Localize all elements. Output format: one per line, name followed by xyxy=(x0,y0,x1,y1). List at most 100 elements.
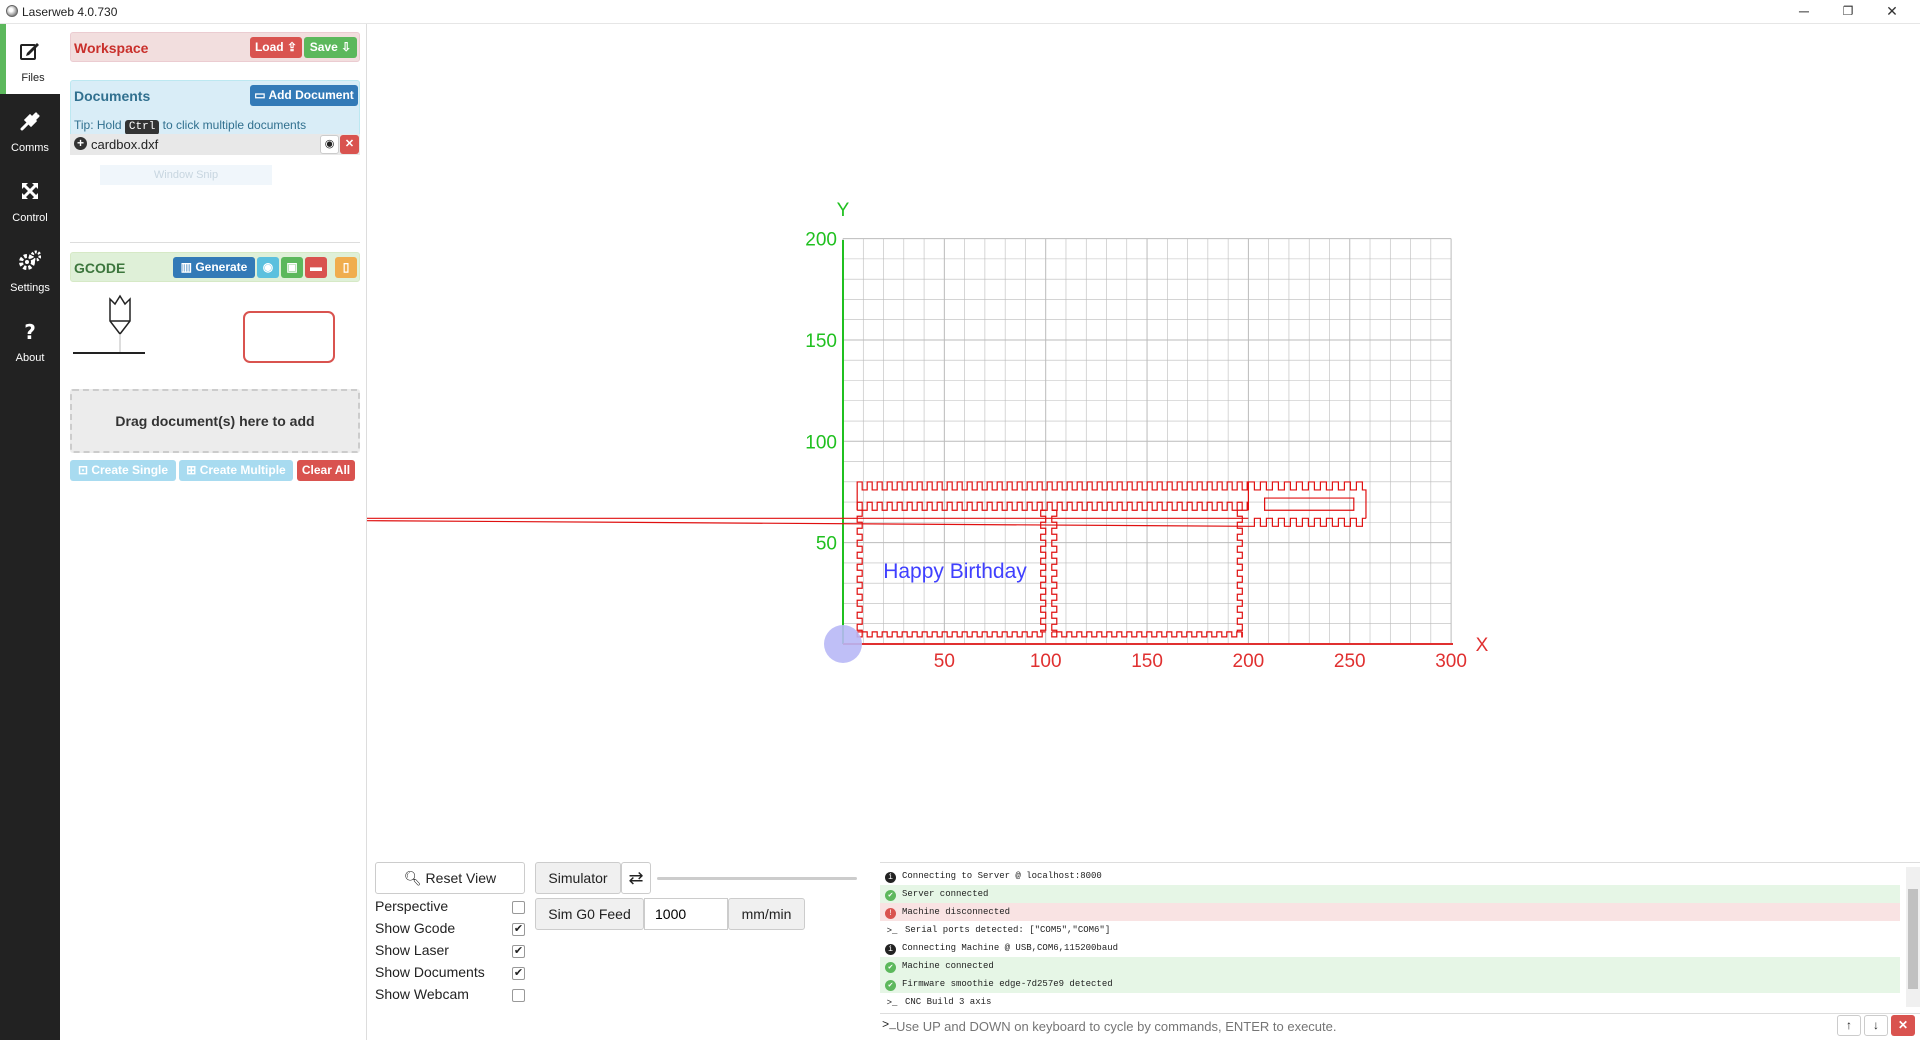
history-down-button[interactable]: ↓ xyxy=(1864,1015,1888,1036)
history-up-button[interactable]: ↑ xyxy=(1837,1015,1861,1036)
nav-control[interactable]: Control xyxy=(0,164,60,234)
nav-settings[interactable]: Settings xyxy=(0,234,60,304)
reset-view-label: Reset View xyxy=(425,870,497,886)
show-gcode-checkbox[interactable]: ✔ xyxy=(512,923,525,936)
swap-icon[interactable]: ⇄ xyxy=(621,862,651,894)
minimize-button[interactable]: ─ xyxy=(1782,0,1826,24)
create-single-icon: ⊡ xyxy=(77,463,88,477)
nav-about[interactable]: ? About xyxy=(0,304,60,374)
edit-icon xyxy=(20,43,39,60)
sim-feed-label: Sim G0 Feed xyxy=(535,898,644,930)
bar-chart-icon: ▥ xyxy=(180,260,192,274)
y-tick-label: 100 xyxy=(805,432,837,453)
console-line: >_ Serial ports detected: ["COM5","COM6"] xyxy=(880,921,1900,939)
folder-icon: ▬ xyxy=(310,260,322,274)
eye-icon[interactable]: ◉ xyxy=(320,135,339,154)
y-tick-label: 150 xyxy=(805,331,837,352)
grid xyxy=(842,238,1452,645)
console-line-text: Machine connected xyxy=(902,961,994,971)
y-tick-label: 50 xyxy=(816,534,837,555)
document-name: cardbox.dxf xyxy=(91,137,159,152)
remove-document-button[interactable]: ✕ xyxy=(340,135,359,154)
option-perspective[interactable]: Perspective xyxy=(375,898,525,918)
x-tick-label: 150 xyxy=(1131,651,1163,672)
svg-text:?: ? xyxy=(24,320,36,342)
generate-button[interactable]: ▥ Generate xyxy=(173,257,255,278)
console-line-text: CNC Build 3 axis xyxy=(905,997,992,1007)
console-line: ! Machine disconnected xyxy=(880,903,1900,921)
reset-view-button[interactable]: 🔍︎ Reset View xyxy=(375,862,525,894)
simulator-slider[interactable] xyxy=(657,877,857,880)
ok-icon: ✔ xyxy=(885,890,896,901)
option-show-documents[interactable]: Show Documents ✔ xyxy=(375,964,525,984)
save-gcode-button[interactable]: ▣ xyxy=(281,257,303,278)
tip-suffix: to click multiple documents xyxy=(162,118,307,132)
prompt-icon: >_ xyxy=(882,1018,897,1032)
window-snip-ghost: Window Snip xyxy=(100,165,272,185)
info-icon: i xyxy=(885,944,896,955)
document-text-happy-birthday[interactable]: Happy Birthday xyxy=(883,560,1027,583)
view-gcode-button[interactable]: ◉ xyxy=(257,257,279,278)
add-document-button[interactable]: ▭ Add Document xyxy=(250,85,358,106)
option-show-webcam[interactable]: Show Webcam xyxy=(375,986,525,1006)
create-multiple-icon: ⊞ xyxy=(186,463,197,477)
console-line-text: Machine disconnected xyxy=(902,907,1011,917)
load-label: Load xyxy=(254,40,284,54)
x-tick-labels: 50 100 150 200 250 300 xyxy=(934,651,1467,672)
clear-console-button[interactable]: ✕ xyxy=(1891,1015,1915,1036)
option-show-laser[interactable]: Show Laser ✔ xyxy=(375,942,525,962)
nav-files[interactable]: Files xyxy=(0,24,60,94)
perspective-checkbox[interactable] xyxy=(512,901,525,914)
download-icon: ⇩ xyxy=(341,40,352,54)
document-row[interactable]: + cardbox.dxf ◉ ✕ xyxy=(70,134,360,155)
console-line-text: Connecting to Server @ localhost:8000 xyxy=(902,871,1102,881)
gcode-drop-zone[interactable]: Drag document(s) here to add xyxy=(70,389,360,453)
nav-comms[interactable]: Comms xyxy=(0,94,60,164)
folder-open-icon: ▭ xyxy=(254,88,266,102)
option-show-gcode[interactable]: Show Gcode ✔ xyxy=(375,920,525,940)
save-workspace-button[interactable]: Save ⇩ xyxy=(304,37,357,58)
add-document-label: Add Document xyxy=(268,88,354,102)
load-workspace-button[interactable]: Load ⇪ xyxy=(250,37,302,58)
option-label: Show Laser xyxy=(375,942,449,958)
console-line: i Connecting to Server @ localhost:8000 xyxy=(880,867,1900,885)
generate-label: Generate xyxy=(195,260,248,274)
title-bar: Laserweb 4.0.730 ─ ❐ ✕ xyxy=(0,0,1920,24)
trash-icon: ▯ xyxy=(342,260,350,274)
cut-strip-top xyxy=(856,481,1249,511)
open-gcode-button[interactable]: ▬ xyxy=(305,257,327,278)
search-icon: 🔍︎ xyxy=(403,870,422,886)
console-line-text: Connecting Machine @ USB,COM6,115200baud xyxy=(902,943,1119,953)
show-documents-checkbox[interactable]: ✔ xyxy=(512,967,525,980)
console-scrollbar[interactable] xyxy=(1906,867,1920,1007)
cardbox-cut-paths[interactable] xyxy=(367,481,1367,638)
y-axis-label: Y xyxy=(837,200,850,221)
app-icon xyxy=(6,5,18,17)
window-title: Laserweb 4.0.730 xyxy=(22,5,118,19)
option-label: Show Webcam xyxy=(375,986,469,1002)
command-input[interactable] xyxy=(896,1016,1836,1036)
close-window-button[interactable]: ✕ xyxy=(1870,0,1914,24)
create-single-button[interactable]: ⊡ Create Single xyxy=(70,460,176,481)
prompt-icon: >_ xyxy=(886,998,898,1008)
simulator-label: Simulator xyxy=(535,862,621,894)
workspace-viewport[interactable]: 50 100 150 200 50 100 150 200 250 300 Y X Happy … xyxy=(367,24,1920,859)
gcode-title: GCODE xyxy=(74,260,126,276)
show-laser-checkbox[interactable]: ✔ xyxy=(512,945,525,958)
console-line: ✔ Server connected xyxy=(880,885,1900,903)
x-tick-label: 200 xyxy=(1233,651,1265,672)
left-nav: Files Comms Control Settings ? About xyxy=(0,24,60,1040)
workspace-panel: Workspace Load ⇪ Save ⇩ xyxy=(70,32,360,62)
show-webcam-checkbox[interactable] xyxy=(512,989,525,1002)
clear-all-button[interactable]: Clear All xyxy=(297,460,355,481)
clear-gcode-button[interactable]: ▯ xyxy=(335,257,357,278)
eye-icon: ◉ xyxy=(262,260,274,274)
create-multiple-button[interactable]: ⊞ Create Multiple xyxy=(179,460,293,481)
expand-icon[interactable]: + xyxy=(74,137,87,150)
sim-feed-input[interactable] xyxy=(644,898,728,930)
ok-icon: ✔ xyxy=(885,962,896,973)
scrollbar-thumb[interactable] xyxy=(1908,889,1918,989)
x-tick-label: 50 xyxy=(934,651,955,672)
option-label: Show Gcode xyxy=(375,920,456,936)
restore-button[interactable]: ❐ xyxy=(1826,0,1870,24)
